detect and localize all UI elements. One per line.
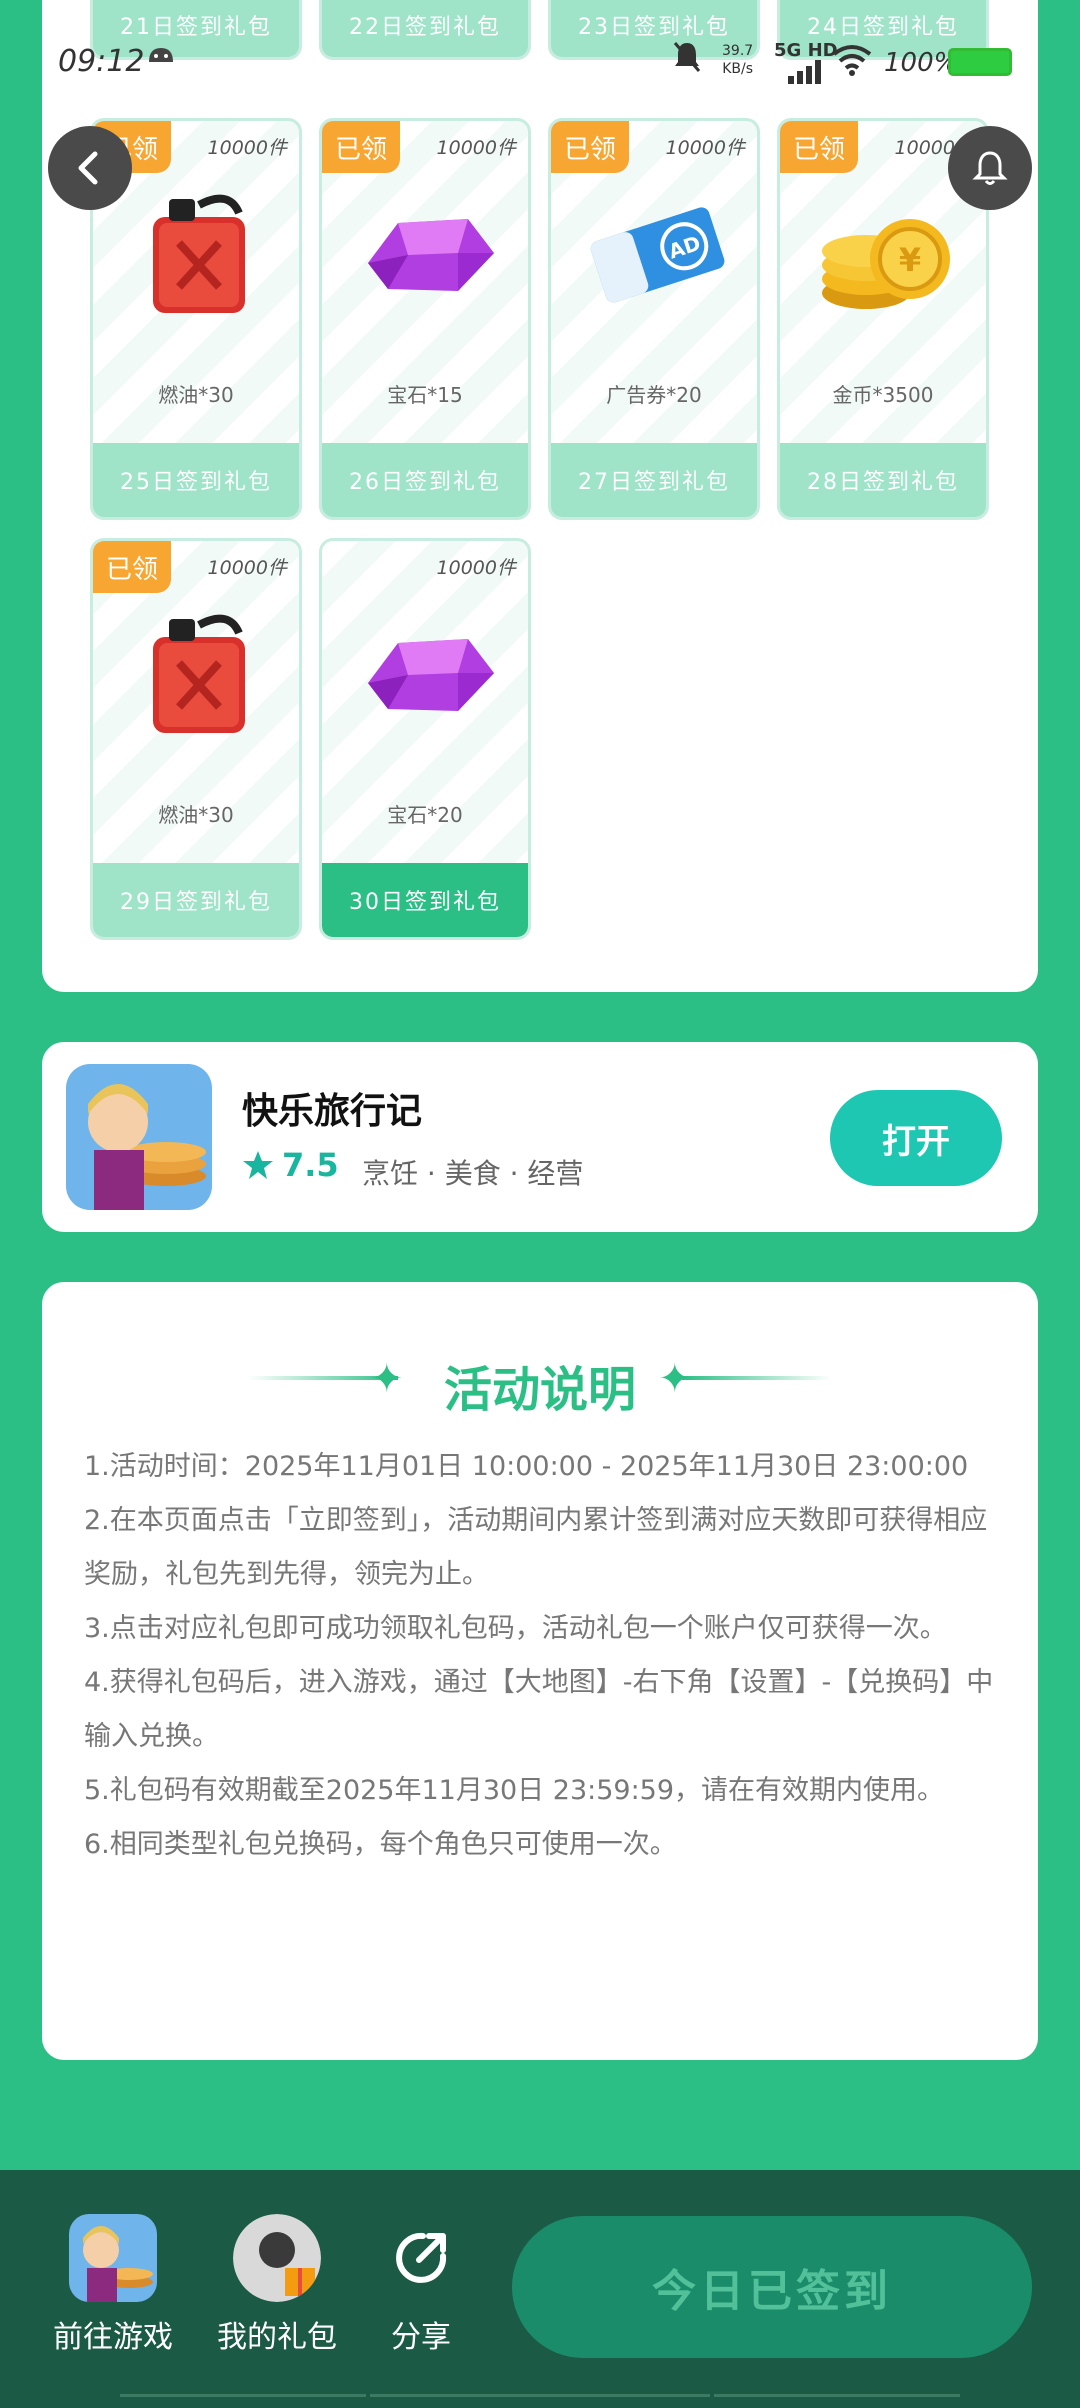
net-speed: 39.7 KB/s [722, 42, 753, 78]
gift-name: 燃油*30 [158, 383, 234, 407]
my-gifts-button[interactable]: 我的礼包 [212, 2214, 342, 2356]
gift-footer: 26日签到礼包 [322, 443, 528, 517]
tab-indicator [370, 2394, 710, 2408]
gift-stock: 10000件 [436, 557, 516, 579]
gift-footer: 30日签到礼包 [322, 863, 528, 937]
share-label: 分享 [391, 2320, 451, 2355]
go-to-game-label: 前往游戏 [53, 2320, 173, 2355]
back-button[interactable] [48, 126, 132, 210]
share-icon [377, 2214, 465, 2302]
avatar [233, 2214, 321, 2302]
description-header: ✦ 活动说明 ✦ [42, 1342, 1038, 1418]
signed-in-today-button[interactable]: 今日已签到 [512, 2216, 1032, 2358]
rules-list: 1.活动时间：2025年11月01日 10:00:00 - 2025年11月30… [84, 1440, 1004, 1872]
rule-item: 5.礼包码有效期截至2025年11月30日 23:59:59，请在有效期内使用。 [84, 1775, 945, 1806]
rule-item: 2.在本页面点击「立即签到」，活动期间内累计签到满对应天数即可获得相应奖励，礼包… [84, 1505, 988, 1590]
gift-name: 燃油*30 [158, 803, 234, 827]
notification-button[interactable] [948, 126, 1032, 210]
mute-bell-icon [672, 40, 702, 81]
rule-item: 4.获得礼包码后，进入游戏，通过【大地图】-右下角【设置】-【兑换码】中输入兑换… [84, 1667, 994, 1752]
gold-coins-icon: ¥ [816, 183, 956, 323]
tab-indicator [120, 2394, 366, 2408]
rule-item: 6.相同类型礼包兑换码，每个角色只可使用一次。 [84, 1829, 677, 1860]
gem-icon [358, 603, 498, 743]
tab-indicator [714, 2394, 960, 2408]
game-title: 快乐旅行记 [242, 1091, 423, 1132]
fuel-can-icon [129, 603, 269, 743]
gift-name: 金币*3500 [832, 383, 934, 407]
go-to-game-button[interactable]: 前往游戏 [48, 2214, 178, 2356]
gift-name: 宝石*15 [387, 383, 463, 407]
bell-icon [972, 151, 1008, 185]
sign-in-gift-panel: 21日签到礼包 22日签到礼包 23日签到礼包 24日签到礼包 已领 10000… [42, 0, 1038, 992]
battery-icon [948, 48, 1012, 76]
claimed-badge: 已领 [93, 541, 171, 593]
game-app-icon[interactable] [66, 1064, 212, 1210]
signal-icon [788, 58, 822, 91]
gift-stock: 10000件 [207, 557, 287, 579]
status-bar: 09:12 39.7 KB/s 5G HD 100% [0, 0, 1080, 128]
activity-description-card: ✦ 活动说明 ✦ 1.活动时间：2025年11月01日 10:00:00 - 2… [42, 1282, 1038, 2060]
share-button[interactable]: 分享 [356, 2214, 486, 2356]
status-time: 09:12 [58, 44, 145, 79]
claimed-badge: 已领 [780, 121, 858, 173]
ad-ticket-icon: AD [587, 183, 727, 323]
wifi-icon [832, 44, 872, 83]
gift-card[interactable]: 已领 10000件 宝石*15 26日签到礼包 [319, 118, 531, 520]
rule-item: 1.活动时间：2025年11月01日 10:00:00 - 2025年11月30… [84, 1451, 969, 1482]
claimed-badge: 已领 [322, 121, 400, 173]
gift-stock: 10000件 [665, 137, 745, 159]
gift-footer: 27日签到礼包 [551, 443, 757, 517]
gift-stock: 10000件 [436, 137, 516, 159]
gift-footer: 29日签到礼包 [93, 863, 299, 937]
description-title: 活动说明 [443, 1362, 636, 1418]
gift-card[interactable]: 已领 10000件 燃油*30 29日签到礼包 [90, 538, 302, 940]
net-speed-value: 39.7 [722, 43, 754, 59]
game-app-icon [69, 2214, 157, 2302]
game-rating-value: 7.5 [282, 1146, 339, 1184]
gift-name: 广告券*20 [606, 383, 702, 407]
chevron-left-icon [78, 151, 98, 185]
android-icon [146, 40, 176, 73]
star-icon [243, 1151, 273, 1179]
my-gifts-label: 我的礼包 [217, 2320, 337, 2355]
gift-stock: 10000件 [207, 137, 287, 159]
gem-icon [358, 183, 498, 323]
gift-footer: 28日签到礼包 [780, 443, 986, 517]
gift-footer: 25日签到礼包 [93, 443, 299, 517]
game-info-card: 快乐旅行记 7.5 烹饪 · 美食 · 经营 打开 [42, 1042, 1038, 1232]
rule-item: 3.点击对应礼包即可成功领取礼包码，活动礼包一个账户仅可获得一次。 [84, 1613, 947, 1644]
gift-card[interactable]: 10000件 宝石*20 30日签到礼包 [319, 538, 531, 940]
gift-name: 宝石*20 [387, 803, 463, 827]
bottom-action-bar: 前往游戏 我的礼包 分享 今日已签到 [0, 2170, 1080, 2408]
gift-card[interactable]: 已领 10000件 AD 广告券*20 27日签到礼包 [548, 118, 760, 520]
game-tags: 烹饪 · 美食 · 经营 [362, 1157, 584, 1190]
claimed-badge: 已领 [551, 121, 629, 173]
open-game-button[interactable]: 打开 [830, 1090, 1002, 1186]
net-speed-unit: KB/s [722, 61, 753, 77]
svg-text:¥: ¥ [899, 241, 921, 279]
fuel-can-icon [129, 183, 269, 323]
divider [682, 1376, 832, 1380]
game-rating: 7.5 [242, 1146, 339, 1184]
